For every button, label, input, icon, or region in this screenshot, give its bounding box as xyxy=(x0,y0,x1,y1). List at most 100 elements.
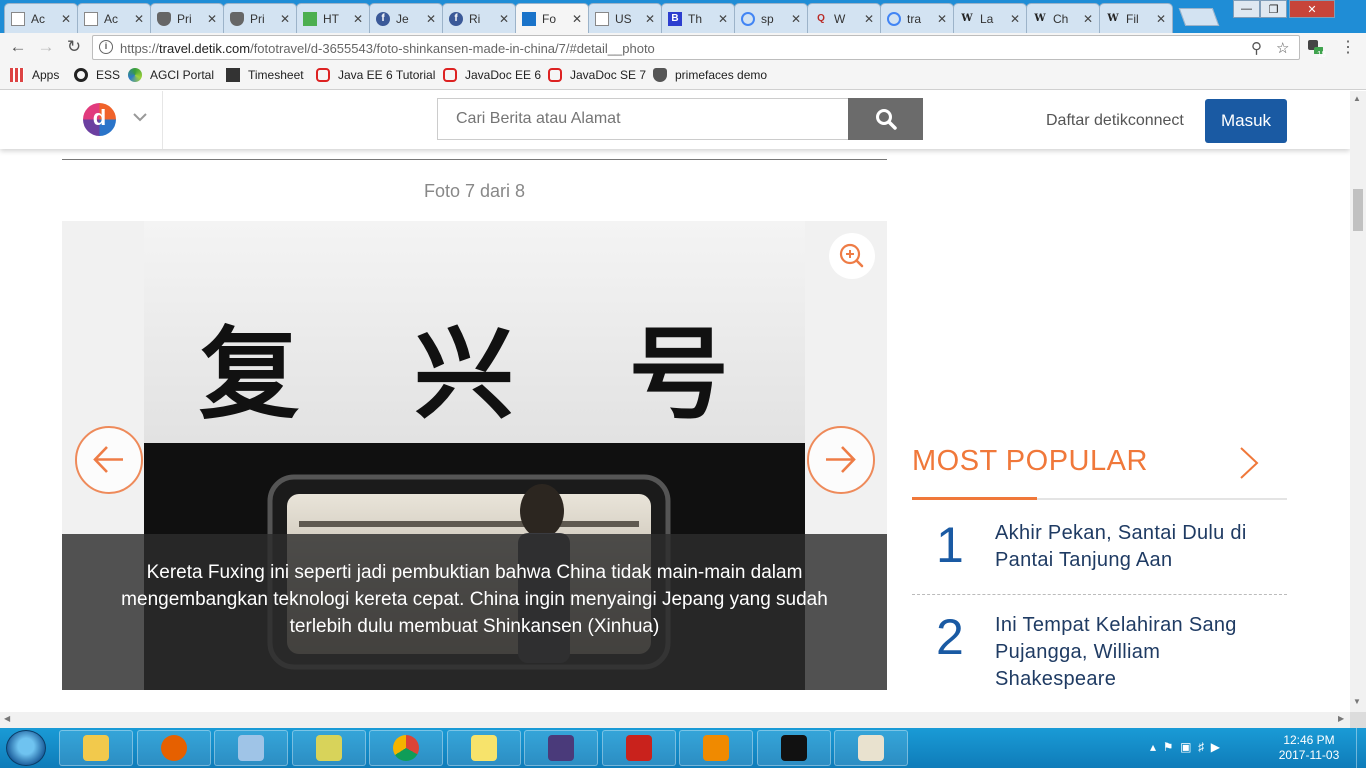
popular-item[interactable]: 2 Ini Tempat Kelahiran Sang Pujangga, Wi… xyxy=(912,608,1287,708)
tab-close-icon[interactable]: ✕ xyxy=(1156,12,1166,26)
tab-close-icon[interactable]: ✕ xyxy=(645,12,655,26)
tab-7[interactable]: Fo ✕ xyxy=(515,3,589,34)
taskbar-app-6[interactable] xyxy=(524,730,598,766)
browser-toolbar: ← → ↻ i https://travel.detik.com/fototra… xyxy=(0,33,1366,62)
minimize-button[interactable]: — xyxy=(1233,0,1260,18)
vertical-scroll-thumb[interactable] xyxy=(1353,189,1363,231)
extension-badge: 18 xyxy=(1317,50,1326,59)
bookmark-label: primefaces demo xyxy=(675,68,768,82)
scroll-down-icon[interactable]: ▼ xyxy=(1353,697,1361,706)
taskbar-app-3[interactable] xyxy=(291,730,366,766)
tab-4[interactable]: HT ✕ xyxy=(296,3,370,33)
menu-icon[interactable]: ⋮ xyxy=(1337,36,1359,58)
chevron-down-icon[interactable] xyxy=(133,110,147,124)
popular-title[interactable]: Ini Tempat Kelahiran Sang Pujangga, Will… xyxy=(995,612,1285,693)
clock[interactable]: 12:46 PM 2017-11-03 xyxy=(1274,733,1344,763)
tab-title: La xyxy=(980,11,994,26)
bookmark-star-icon[interactable]: ☆ xyxy=(1276,39,1289,57)
bookmark-timesheet[interactable]: Timesheet xyxy=(226,68,304,82)
maximize-button[interactable]: ❐ xyxy=(1260,0,1287,18)
search-button[interactable] xyxy=(848,98,923,140)
start-button[interactable] xyxy=(6,730,46,766)
bookmark-agci-portal[interactable]: AGCI Portal xyxy=(128,68,214,82)
tab-close-icon[interactable]: ✕ xyxy=(61,12,71,26)
bookmark-apps[interactable]: Apps xyxy=(10,68,59,82)
taskbar-app-4[interactable] xyxy=(369,730,443,766)
tab-close-icon[interactable]: ✕ xyxy=(499,12,509,26)
zoom-in-icon xyxy=(839,243,864,268)
vertical-scrollbar[interactable]: ▲ ▼ xyxy=(1350,91,1366,712)
tab-close-icon[interactable]: ✕ xyxy=(1010,12,1020,26)
zoom-in-button[interactable] xyxy=(829,233,875,279)
shield-icon xyxy=(230,11,244,26)
next-photo-button[interactable] xyxy=(807,426,875,494)
tab-14[interactable]: W Ch ✕ xyxy=(1026,3,1100,33)
bookmark-java-ee-6-tutorial[interactable]: Java EE 6 Tutorial xyxy=(316,68,435,82)
tab-close-icon[interactable]: ✕ xyxy=(207,12,217,26)
tab-3[interactable]: Pri ✕ xyxy=(223,3,297,33)
tab-close-icon[interactable]: ✕ xyxy=(572,12,582,26)
forward-icon[interactable]: → xyxy=(35,36,57,58)
tab-close-icon[interactable]: ✕ xyxy=(280,12,290,26)
taskbar-app-8[interactable] xyxy=(679,730,753,766)
tab-11[interactable]: Q W ✕ xyxy=(807,3,881,33)
tab-close-icon[interactable]: ✕ xyxy=(353,12,363,26)
bookmark-javadoc-ee-6[interactable]: JavaDoc EE 6 xyxy=(443,68,541,82)
tab-10[interactable]: sp ✕ xyxy=(734,3,808,33)
tab-0[interactable]: Ac ✕ xyxy=(4,3,78,33)
show-desktop-button[interactable] xyxy=(1356,728,1366,768)
tab-close-icon[interactable]: ✕ xyxy=(791,12,801,26)
tab-6[interactable]: f Ri ✕ xyxy=(442,3,516,33)
url-text[interactable]: https://travel.detik.com/fototravel/d-36… xyxy=(120,41,655,56)
taskbar-app-10[interactable] xyxy=(834,730,908,766)
bookmark-primefaces-demo[interactable]: primefaces demo xyxy=(653,68,767,82)
search-input[interactable] xyxy=(437,98,849,140)
zoom-icon[interactable]: ⚲ xyxy=(1251,39,1262,57)
popular-item[interactable]: 1 Akhir Pekan, Santai Dulu di Pantai Tan… xyxy=(912,516,1287,591)
register-link[interactable]: Daftar detikconnect xyxy=(1046,112,1184,130)
photo-gallery: 复 兴 号 Kereta Fuxing ini seperti jadi pem… xyxy=(62,221,887,690)
back-icon[interactable]: ← xyxy=(7,36,29,58)
tab-13[interactable]: W La ✕ xyxy=(953,3,1027,33)
facebook-icon: f xyxy=(376,11,390,26)
tab-close-icon[interactable]: ✕ xyxy=(134,12,144,26)
reload-icon[interactable]: ↻ xyxy=(63,36,85,58)
tab-15[interactable]: W Fil ✕ xyxy=(1099,3,1173,33)
previous-photo-button[interactable] xyxy=(75,426,143,494)
taskbar-app-2[interactable] xyxy=(214,730,288,766)
detik-logo[interactable]: d xyxy=(83,103,116,136)
info-icon[interactable]: i xyxy=(99,40,113,54)
chrome-icon xyxy=(393,735,419,761)
tab-5[interactable]: f Je ✕ xyxy=(369,3,443,33)
address-bar[interactable]: i https://travel.detik.com/fototravel/d-… xyxy=(92,35,1300,60)
tab-1[interactable]: Ac ✕ xyxy=(77,3,151,33)
tab-close-icon[interactable]: ✕ xyxy=(718,12,728,26)
taskbar-app-5[interactable] xyxy=(446,730,521,766)
chevron-right-icon[interactable] xyxy=(1238,446,1260,480)
taskbar-app-7[interactable] xyxy=(601,730,676,766)
login-button[interactable]: Masuk xyxy=(1205,99,1287,143)
tab-8[interactable]: US ✕ xyxy=(588,3,662,33)
tab-close-icon[interactable]: ✕ xyxy=(1083,12,1093,26)
taskbar-app-9[interactable] xyxy=(756,730,831,766)
scroll-right-icon[interactable]: ▶ xyxy=(1338,714,1344,723)
popular-title[interactable]: Akhir Pekan, Santai Dulu di Pantai Tanju… xyxy=(995,520,1285,574)
tab-12[interactable]: tra ✕ xyxy=(880,3,954,33)
tab-title: HT xyxy=(323,11,339,26)
tab-close-icon[interactable]: ✕ xyxy=(426,12,436,26)
horizontal-scrollbar[interactable]: ◀ ▶ xyxy=(0,712,1350,728)
new-tab-button[interactable] xyxy=(1178,8,1220,26)
tab-close-icon[interactable]: ✕ xyxy=(937,12,947,26)
scroll-up-icon[interactable]: ▲ xyxy=(1353,94,1361,103)
wikipedia-icon: W xyxy=(1107,13,1119,24)
tab-close-icon[interactable]: ✕ xyxy=(864,12,874,26)
tab-2[interactable]: Pri ✕ xyxy=(150,3,224,33)
tab-9[interactable]: B Th ✕ xyxy=(661,3,735,33)
taskbar-app-0[interactable] xyxy=(59,730,133,766)
scroll-left-icon[interactable]: ◀ xyxy=(4,714,10,723)
bookmark-ess[interactable]: ESS xyxy=(74,68,120,82)
taskbar-app-1[interactable] xyxy=(136,730,211,766)
system-tray[interactable]: ▴ ⚑ ▣ ♯ ▶ xyxy=(1150,740,1220,754)
window-close-button[interactable]: ✕ xyxy=(1289,0,1335,18)
bookmark-javadoc-se-7[interactable]: JavaDoc SE 7 xyxy=(548,68,646,82)
